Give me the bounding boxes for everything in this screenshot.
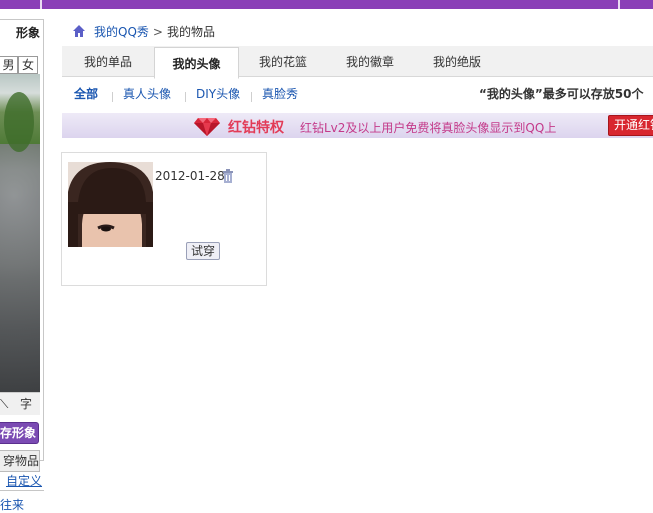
preview-road-shape [0, 144, 40, 392]
avatar-capacity-note: “我的头像”最多可以存放50个 [479, 87, 644, 101]
avatar-preview-image [0, 74, 40, 392]
breadcrumb-separator: > [152, 25, 163, 39]
avatar-portrait-image [68, 162, 153, 247]
gender-female-button[interactable]: 女 [18, 56, 38, 74]
filter-divider [251, 92, 252, 102]
home-icon[interactable] [72, 24, 86, 38]
save-avatar-button[interactable]: 存形象 [0, 422, 39, 444]
filter-diy-avatar[interactable]: DIY头像 [196, 82, 240, 106]
preview-tree-shape [4, 92, 34, 152]
filter-divider [112, 92, 113, 102]
avatar-toolbar: ⟍ 字 [0, 392, 40, 415]
customize-link[interactable]: 自定义 [6, 472, 42, 489]
avatar-filter-nav: 全部 真人头像 DIY头像 真脸秀 “我的头像”最多可以存放50个 [62, 82, 653, 106]
filter-real-face-show[interactable]: 真脸秀 [262, 82, 298, 106]
avatar-panel-title: 形象 [15, 26, 40, 40]
avatar-item-card: 2012-01-28 试穿 [61, 152, 267, 286]
tab-my-singles[interactable]: 我的单品 [62, 46, 154, 76]
filter-real-avatar[interactable]: 真人头像 [123, 82, 171, 106]
sidebar-divider [0, 490, 44, 491]
tab-my-limited[interactable]: 我的绝版 [414, 46, 500, 76]
filter-all[interactable]: 全部 [74, 82, 98, 106]
avatar-thumbnail[interactable] [68, 162, 153, 247]
red-diamond-icon [194, 118, 220, 136]
item-tabs: 我的单品 我的头像 我的花篮 我的徽章 我的绝版 [62, 46, 653, 79]
trash-icon[interactable] [222, 169, 234, 183]
try-on-button[interactable]: 试穿 [186, 242, 220, 260]
red-diamond-privilege-title: 红钻特权 [228, 120, 284, 136]
top-bar-divider [618, 0, 620, 9]
breadcrumb: 我的QQ秀 > 我的物品 [72, 24, 215, 40]
breadcrumb-current: 我的物品 [166, 25, 215, 39]
tab-my-avatars[interactable]: 我的头像 [154, 47, 239, 79]
sidebar-more-link[interactable]: 往来 [0, 496, 40, 513]
red-diamond-promo-text: 红钻Lv2及以上用户免费将真脸头像显示到QQ上 [300, 121, 557, 135]
top-bar [0, 0, 653, 9]
wear-items-button[interactable]: 穿物品 [0, 450, 40, 472]
filter-divider [185, 92, 186, 102]
top-bar-divider [40, 0, 42, 9]
toolbar-text-tool[interactable]: 字 [20, 393, 32, 415]
item-date: 2012-01-28 [155, 169, 225, 183]
breadcrumb-home-link[interactable]: 我的QQ秀 [94, 25, 149, 39]
red-diamond-banner: 红钻特权 红钻Lv2及以上用户免费将真脸头像显示到QQ上 开通红钻 [62, 113, 653, 138]
avatar-editor-panel: 形象 男 女 ⟍ 字 存形象 穿物品 自定义 往来 [0, 16, 47, 512]
open-red-diamond-button[interactable]: 开通红钻 [608, 115, 653, 136]
tab-my-baskets[interactable]: 我的花篮 [240, 46, 326, 76]
toolbar-tool-left[interactable]: ⟍ [0, 393, 8, 415]
tab-my-badges[interactable]: 我的徽章 [326, 46, 414, 76]
gender-male-button[interactable]: 男 [0, 56, 18, 74]
